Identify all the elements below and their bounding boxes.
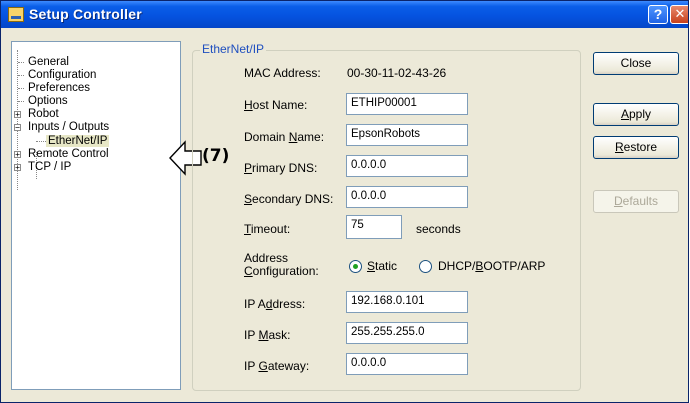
static-radio[interactable] xyxy=(349,260,362,273)
domain-name-input[interactable]: EpsonRobots xyxy=(346,124,468,146)
ip-gateway-label: IP Gateway: xyxy=(244,359,310,373)
settings-tree[interactable]: General Configuration Preferences Option… xyxy=(11,41,181,390)
tree-item-label: Inputs / Outputs xyxy=(28,121,110,133)
tree-item-label: Configuration xyxy=(28,69,97,81)
expand-icon[interactable]: + xyxy=(14,151,21,159)
tree-item-label: TCP / IP xyxy=(28,161,72,173)
secondary-dns-label: Secondary DNS: xyxy=(244,192,334,206)
tree-item-label: Options xyxy=(28,95,68,107)
ip-address-label: IP Address: xyxy=(244,297,306,311)
timeout-unit: seconds xyxy=(416,222,461,236)
app-icon xyxy=(8,7,24,22)
mac-address-label: MAC Address: xyxy=(244,66,321,80)
tree-item-label: Robot xyxy=(28,108,59,120)
address-configuration-label: Address Configuration: xyxy=(244,251,319,278)
secondary-dns-input[interactable]: 0.0.0.0 xyxy=(346,186,468,208)
apply-button[interactable]: Apply xyxy=(593,103,679,126)
setup-controller-window: Setup Controller ? ✕ General Configurati… xyxy=(0,0,689,403)
timeout-label: Timeout: xyxy=(244,222,291,236)
expand-icon[interactable]: + xyxy=(14,111,21,119)
close-window-button[interactable]: ✕ xyxy=(670,5,688,24)
primary-dns-input[interactable]: 0.0.0.0 xyxy=(346,155,468,177)
ip-mask-label: IP Mask: xyxy=(244,328,291,342)
ip-address-input[interactable]: 192.168.0.101 xyxy=(346,291,468,313)
restore-button[interactable]: Restore xyxy=(593,136,679,159)
dhcp-radio-label[interactable]: DHCP/BOOTP/ARP xyxy=(438,259,545,273)
group-title: EtherNet/IP xyxy=(200,42,267,56)
expand-icon[interactable]: + xyxy=(14,164,21,172)
window-title: Setup Controller xyxy=(29,6,142,22)
collapse-icon[interactable]: − xyxy=(14,124,21,132)
help-button[interactable]: ? xyxy=(648,5,668,24)
tree-item-label: Remote Control xyxy=(28,148,109,160)
static-radio-label[interactable]: Static xyxy=(367,259,397,273)
host-name-label: Host Name: xyxy=(244,98,308,112)
defaults-button[interactable]: Defaults xyxy=(593,190,679,213)
title-bar[interactable]: Setup Controller ? ✕ xyxy=(1,1,688,28)
dhcp-radio[interactable] xyxy=(419,260,432,273)
tree-item-label: General xyxy=(28,56,69,68)
tree-item-label: EtherNet/IP xyxy=(46,135,110,147)
domain-name-label: Domain Name: xyxy=(244,130,325,144)
mac-address-value: 00-30-11-02-43-26 xyxy=(347,66,447,80)
timeout-input[interactable]: 75 xyxy=(346,215,402,239)
host-name-input[interactable]: ETHIP00001 xyxy=(346,93,468,115)
ip-mask-input[interactable]: 255.255.255.0 xyxy=(346,322,468,344)
close-button[interactable]: Close xyxy=(593,52,679,75)
primary-dns-label: Primary DNS: xyxy=(244,161,318,175)
tree-item-label: Preferences xyxy=(28,82,91,94)
ip-gateway-input[interactable]: 0.0.0.0 xyxy=(346,353,468,375)
